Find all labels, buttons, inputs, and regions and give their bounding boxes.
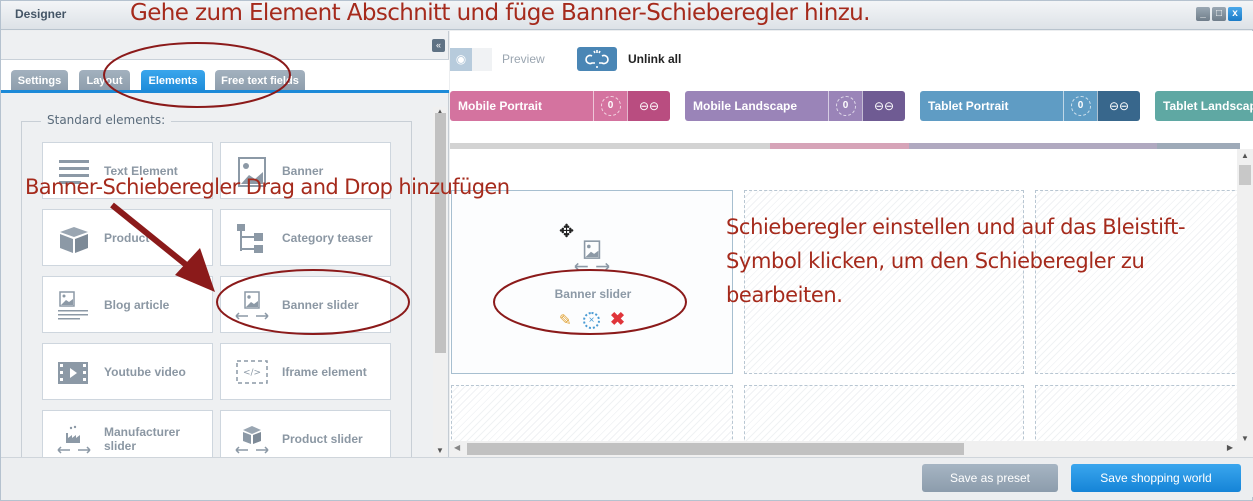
elements-sidebar: « Settings Layout Elements Free text fie… — [1, 31, 449, 467]
count-badge: 0 — [835, 96, 856, 116]
device-name: Mobile Portrait — [450, 91, 593, 121]
count-badge: 0 — [600, 96, 621, 116]
annotation-left: Banner-Schieberegler Drag and Drop hinzu… — [25, 175, 510, 199]
device-mobile-landscape[interactable]: Mobile Landscape 0 ⊖⊖ — [685, 91, 905, 121]
box-slider-icon — [235, 426, 269, 454]
code-icon: </> — [236, 360, 268, 384]
window-title: Designer — [15, 7, 67, 21]
preview-toggle[interactable]: ◉ — [450, 48, 492, 71]
image-slider-icon — [574, 240, 610, 271]
count-badge: 0 — [1070, 96, 1091, 116]
move-handle-icon[interactable]: ✥ — [559, 221, 574, 242]
svg-text:</>: </> — [243, 368, 261, 378]
footer-bar: Save as preset Save shopping world — [1, 457, 1253, 497]
close-button[interactable]: x — [1228, 7, 1242, 21]
unlink-all-label: Unlink all — [628, 52, 682, 66]
device-name: Mobile Landscape — [685, 91, 828, 121]
empty-grid-cell[interactable] — [744, 385, 1024, 441]
edit-pencil-icon[interactable]: ✎ — [559, 311, 572, 329]
image-slider-icon — [235, 291, 269, 320]
delete-icon[interactable]: ✖ — [610, 309, 625, 330]
link-icon[interactable]: ⊖⊖ — [1097, 91, 1140, 121]
element-product[interactable]: Product — [42, 209, 213, 266]
sidebar-tabs: Settings Layout Elements Free text field… — [1, 59, 449, 93]
device-tablet-portrait[interactable]: Tablet Portrait 0 ⊖⊖ — [920, 91, 1140, 121]
element-label: Blog article — [104, 297, 170, 312]
device-mobile-portrait[interactable]: Mobile Portrait 0 ⊖⊖ — [450, 91, 670, 121]
preview-label: Preview — [502, 52, 545, 66]
element-label: Category teaser — [282, 230, 373, 245]
scrollbar-thumb[interactable] — [1239, 165, 1251, 185]
tab-elements[interactable]: Elements — [141, 70, 205, 92]
scrollbar-thumb[interactable] — [435, 113, 446, 353]
element-label: Iframe element — [282, 364, 367, 379]
tree-icon — [237, 224, 263, 253]
element-label: Product — [104, 230, 150, 245]
annotation-top: Gehe zum Element Abschnitt und füge Bann… — [130, 0, 870, 26]
element-category-teaser[interactable]: Category teaser — [220, 209, 391, 266]
box-icon — [60, 227, 88, 253]
element-label: Banner slider — [282, 297, 359, 312]
device-count: 0 — [593, 91, 627, 121]
link-icon[interactable]: ⊖⊖ — [862, 91, 905, 121]
canvas-horizontal-scrollbar[interactable]: ◀ ▶ — [450, 441, 1237, 457]
tab-layout[interactable]: Layout — [79, 70, 130, 92]
sidebar-scrollbar[interactable]: ▲ ▼ — [433, 107, 447, 457]
link-icon[interactable]: ⊖⊖ — [627, 91, 670, 121]
element-banner-slider[interactable]: Banner slider — [220, 276, 391, 333]
empty-grid-cell[interactable] — [1035, 385, 1237, 441]
element-label: Youtube video — [104, 364, 186, 379]
unlink-all-button[interactable] — [577, 47, 617, 71]
eye-icon: ◉ — [450, 48, 472, 71]
tab-free-text-fields[interactable]: Free text fields — [215, 70, 305, 92]
minimize-button[interactable]: _ — [1196, 7, 1210, 21]
device-name: Tablet Portrait — [920, 91, 1063, 121]
device-name: Tablet Landscape — [1155, 91, 1253, 121]
scroll-down-icon[interactable]: ▼ — [436, 446, 444, 455]
placed-banner-slider[interactable]: ✥ Banner slider ✎ × ✖ — [451, 190, 733, 374]
scroll-right-icon[interactable]: ▶ — [1227, 443, 1233, 452]
annotation-right: Schieberegler einstellen und auf das Ble… — [726, 215, 1186, 307]
scroll-up-icon[interactable]: ▲ — [1241, 151, 1249, 160]
canvas-vertical-scrollbar[interactable]: ▲ ▼ — [1237, 149, 1253, 457]
unlink-icon — [585, 50, 609, 68]
element-iframe[interactable]: </> Iframe element — [220, 343, 391, 400]
factory-slider-icon — [57, 425, 91, 454]
film-icon — [58, 362, 88, 384]
element-blog-article[interactable]: Blog article — [42, 276, 213, 333]
save-shopping-world-button[interactable]: Save shopping world — [1071, 464, 1241, 492]
window-controls: _ □ x — [1196, 7, 1242, 21]
scroll-down-icon[interactable]: ▼ — [1241, 434, 1249, 443]
maximize-button[interactable]: □ — [1212, 7, 1226, 21]
element-youtube-video[interactable]: Youtube video — [42, 343, 213, 400]
device-count: 0 — [1063, 91, 1097, 121]
section-title: Standard elements: — [41, 113, 172, 127]
save-as-preset-button[interactable]: Save as preset — [922, 464, 1058, 492]
blog-icon — [58, 291, 88, 320]
empty-grid-cell[interactable] — [451, 385, 733, 441]
device-count: 0 — [828, 91, 862, 121]
collapse-sidebar-button[interactable]: « — [432, 39, 445, 52]
placed-element-label: Banner slider — [554, 287, 632, 301]
scrollbar-thumb[interactable] — [467, 443, 964, 455]
settings-icon[interactable]: × — [583, 312, 600, 329]
tab-underline — [1, 90, 449, 93]
scroll-left-icon[interactable]: ◀ — [454, 443, 460, 452]
tab-settings[interactable]: Settings — [11, 70, 68, 92]
device-tablet-landscape[interactable]: Tablet Landscape — [1155, 91, 1253, 121]
